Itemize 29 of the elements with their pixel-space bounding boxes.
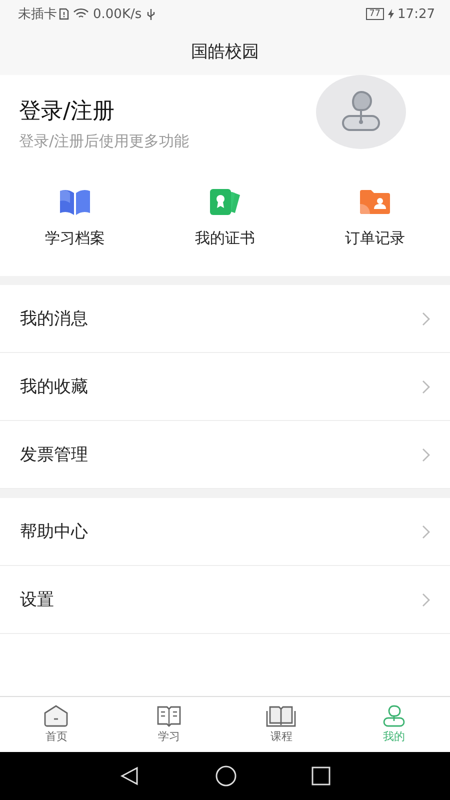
wifi-icon [73,8,89,20]
chevron-right-icon [422,448,430,462]
certificate-icon [208,187,242,217]
charging-icon [388,9,394,19]
battery-level: 77 [366,8,384,20]
page-title: 国皓校园 [191,41,259,63]
open-book-icon [156,705,182,727]
carrier-text: 未插卡 [18,6,57,23]
chevron-right-icon [422,312,430,326]
home-circle-icon[interactable] [215,765,237,787]
shortcut-button[interactable]: 我的证书 [170,187,280,248]
chevron-right-icon [422,524,430,538]
clock: 17:27 [398,6,435,22]
book-icon [58,187,92,217]
chevron-right-icon [422,592,430,606]
sim-icon [59,8,69,20]
login-title[interactable]: 登录/注册 [19,96,190,126]
login-subtitle: 登录/注册后使用更多功能 [19,132,190,150]
chevron-right-icon [422,380,430,394]
book-icon [266,705,296,727]
recents-icon[interactable] [311,766,331,786]
network-speed: 0.00K/s [93,6,142,22]
home-icon [43,705,70,727]
shortcut-button[interactable]: 学习档案 [20,187,130,248]
back-icon[interactable] [119,765,141,787]
usb-icon [146,8,156,20]
user-icon [380,705,407,727]
shortcut-button[interactable]: 订单记录 [320,187,430,248]
folder-icon [358,187,392,217]
